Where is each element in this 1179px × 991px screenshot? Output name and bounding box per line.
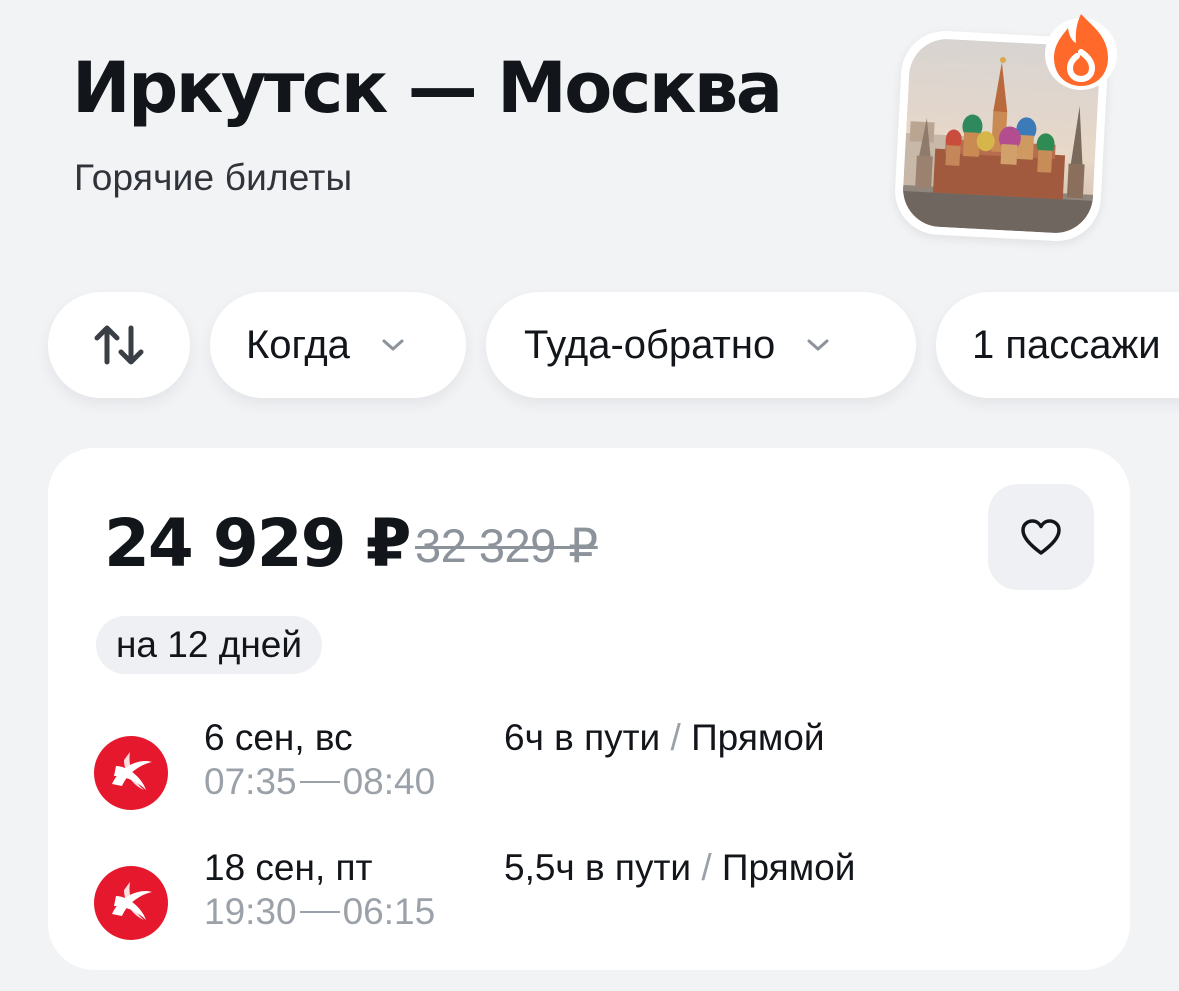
heart-icon [1021, 519, 1061, 555]
segment-date: 18 сен, пт [204, 847, 373, 888]
segment-type: Прямой [721, 847, 856, 888]
depart-time: 07:35 [204, 761, 297, 802]
passengers-dropdown[interactable]: 1 пассажи [936, 292, 1179, 398]
when-dropdown[interactable]: Когда [210, 292, 466, 398]
segment-date: 6 сен, вс [204, 717, 353, 758]
when-label: Когда [246, 322, 350, 367]
airline-logo-icon [94, 866, 168, 940]
segment-duration: 6ч в пути [504, 717, 661, 758]
favorite-button[interactable] [988, 484, 1094, 590]
ticket-old-price: 32 329 ₽ [415, 519, 598, 572]
segment-separator: / [701, 847, 712, 888]
chevron-down-icon [382, 339, 404, 351]
time-dash [299, 781, 340, 784]
filter-bar: Когда Туда-обратно 1 пассажи [0, 292, 1179, 400]
fire-icon [1042, 8, 1120, 92]
segment-type: Прямой [691, 717, 825, 758]
airline-logo-icon [94, 736, 168, 810]
segment-times: 07:35 08:40 [204, 758, 435, 806]
ticket-price: 24 929 ₽ [104, 505, 411, 582]
page-subtitle: Горячие билеты [74, 157, 353, 198]
trip-type-dropdown[interactable]: Туда-обратно [486, 292, 916, 398]
segment-info: 5,5ч в пути / Прямой [504, 844, 855, 892]
swap-direction-button[interactable] [48, 292, 190, 398]
page-title: Иркутск — Москва [72, 47, 783, 129]
flight-segment-outbound: 6 сен, вс 07:35 08:40 6ч в пути / Прямой [94, 717, 1094, 818]
segment-info: 6ч в пути / Прямой [504, 714, 825, 762]
depart-time: 19:30 [204, 891, 297, 932]
swap-arrows-icon [94, 325, 144, 365]
time-dash [299, 911, 340, 914]
trip-duration-badge: на 12 дней [96, 616, 322, 674]
segment-duration: 5,5ч в пути [504, 847, 692, 888]
segment-separator: / [670, 717, 681, 758]
arrive-time: 06:15 [342, 891, 436, 932]
trip-type-label: Туда-обратно [524, 322, 776, 367]
flight-segment-return: 18 сен, пт 19:30 06:15 5,5ч в пути / Прям… [94, 847, 1094, 948]
arrive-time: 08:40 [342, 761, 436, 802]
passengers-label: 1 пассажи [972, 322, 1161, 367]
ticket-card[interactable]: 24 929 ₽ 32 329 ₽ на 12 дней 6 сен, вс 0… [48, 448, 1130, 970]
segment-times: 19:30 06:15 [204, 888, 435, 936]
chevron-down-icon [807, 339, 829, 351]
